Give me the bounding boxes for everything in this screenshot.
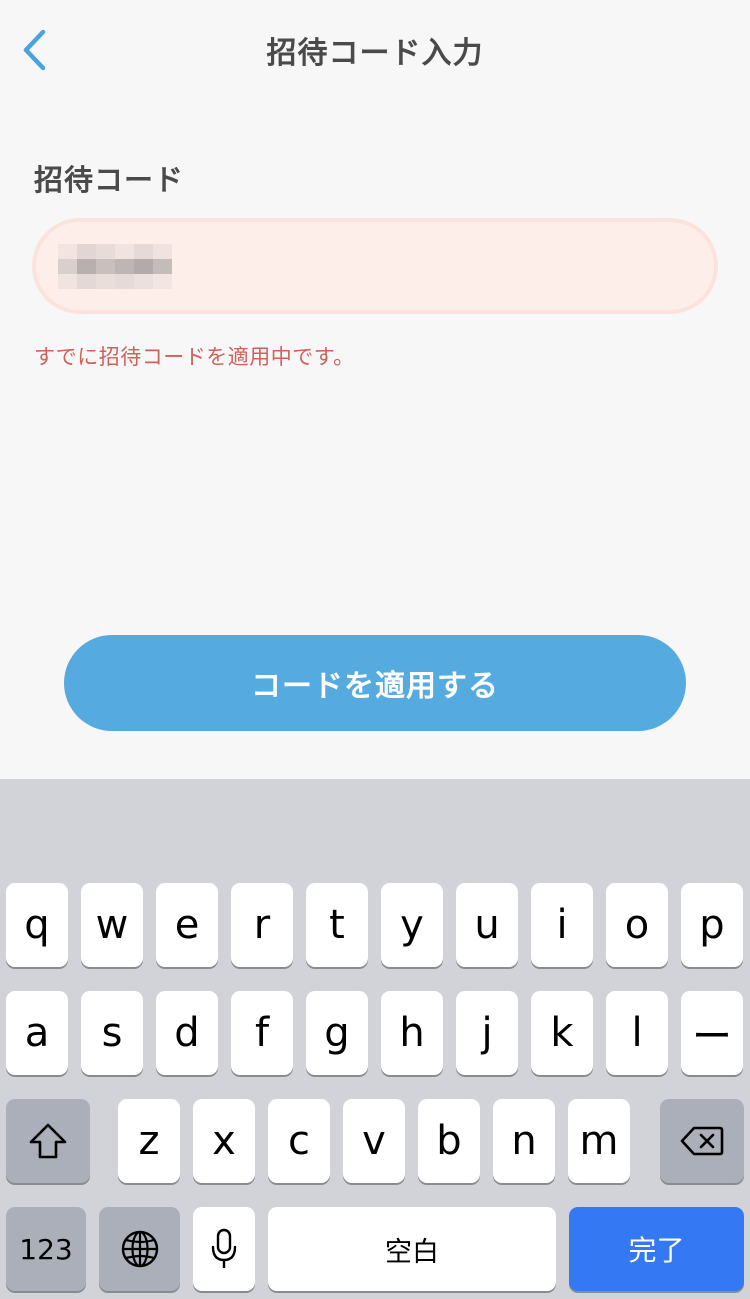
done-key[interactable]: 完了 (569, 1207, 744, 1291)
key-q[interactable]: q (6, 883, 68, 967)
key-r[interactable]: r (231, 883, 293, 967)
key-o[interactable]: o (606, 883, 668, 967)
key-h[interactable]: h (381, 991, 443, 1075)
key-l[interactable]: l (606, 991, 668, 1075)
key-c[interactable]: c (268, 1099, 330, 1183)
key-j[interactable]: j (456, 991, 518, 1075)
globe-key[interactable] (99, 1207, 180, 1291)
key-m[interactable]: m (568, 1099, 630, 1183)
key-n[interactable]: n (493, 1099, 555, 1183)
numbers-key[interactable]: 123 (6, 1207, 86, 1291)
apply-code-button[interactable]: コードを適用する (64, 635, 686, 731)
invite-code-input[interactable] (36, 222, 714, 310)
shift-icon (29, 1123, 67, 1159)
page-title: 招待コード入力 (266, 36, 484, 71)
key-g[interactable]: g (306, 991, 368, 1075)
keyboard: q w e r t y u i o p a s d f g h j k l ー … (0, 779, 750, 1299)
key-s[interactable]: s (81, 991, 143, 1075)
key-u[interactable]: u (456, 883, 518, 967)
key-k[interactable]: k (531, 991, 593, 1075)
shift-key[interactable] (6, 1099, 90, 1183)
key-v[interactable]: v (343, 1099, 405, 1183)
microphone-key[interactable] (193, 1207, 255, 1291)
key-t[interactable]: t (306, 883, 368, 967)
globe-icon (121, 1230, 158, 1268)
backspace-icon (680, 1126, 724, 1156)
key-a[interactable]: a (6, 991, 68, 1075)
key-w[interactable]: w (81, 883, 143, 967)
key-b[interactable]: b (418, 1099, 480, 1183)
key-f[interactable]: f (231, 991, 293, 1075)
error-message: すでに招待コードを適用中です。 (34, 345, 355, 369)
key-long-vowel[interactable]: ー (681, 991, 743, 1075)
key-x[interactable]: x (193, 1099, 255, 1183)
microphone-icon (211, 1228, 237, 1268)
key-y[interactable]: y (381, 883, 443, 967)
key-d[interactable]: d (156, 991, 218, 1075)
backspace-key[interactable] (660, 1099, 744, 1183)
navigation-bar: 招待コード入力 (0, 0, 750, 100)
key-z[interactable]: z (118, 1099, 180, 1183)
invite-code-label: 招待コード (34, 163, 185, 197)
key-e[interactable]: e (156, 883, 218, 967)
space-key[interactable]: 空白 (268, 1207, 556, 1291)
key-i[interactable]: i (531, 883, 593, 967)
key-p[interactable]: p (681, 883, 743, 967)
invite-code-field[interactable] (32, 218, 718, 314)
